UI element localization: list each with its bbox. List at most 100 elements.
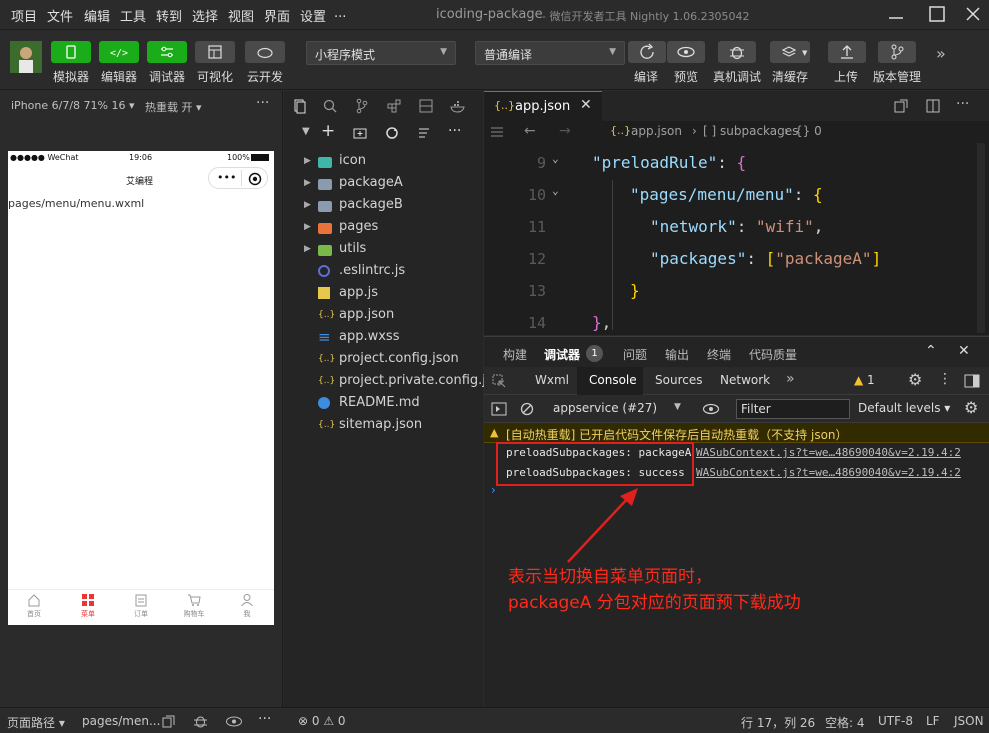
chevron-up-icon[interactable]: ⌃: [925, 343, 937, 359]
forward-arrow-icon[interactable]: →: [559, 123, 571, 139]
tree-folder-item[interactable]: ▶ icon: [284, 151, 483, 173]
breadcrumb-index[interactable]: {} 0: [795, 124, 822, 138]
menu-select[interactable]: 选择: [192, 6, 218, 25]
menu-file[interactable]: 文件: [47, 6, 73, 25]
source-control-icon[interactable]: [354, 98, 370, 114]
inspect-icon[interactable]: [492, 374, 506, 388]
menu-edit[interactable]: 编辑: [84, 6, 110, 25]
code-line[interactable]: 9 ⌄ "preloadRule": {: [484, 148, 989, 180]
bug-icon[interactable]: [193, 714, 208, 729]
more-actions-icon[interactable]: »: [936, 44, 946, 63]
more-icon[interactable]: ···: [448, 123, 461, 139]
preview-button[interactable]: [667, 41, 705, 63]
open-preview-icon[interactable]: [894, 99, 908, 113]
editor-toggle-button[interactable]: </>: [99, 41, 139, 63]
tree-folder-item[interactable]: ▶ packageB: [284, 195, 483, 217]
list-icon[interactable]: [490, 125, 504, 139]
close-tab-icon[interactable]: ✕: [580, 97, 592, 113]
dock-icon[interactable]: [964, 374, 980, 388]
console-settings-icon[interactable]: ⚙: [964, 398, 978, 417]
tab-code-quality[interactable]: 代码质量: [749, 346, 797, 363]
tree-file-item[interactable]: .eslintrc.js: [284, 261, 483, 283]
chevron-right-icon[interactable]: ▶: [304, 156, 311, 166]
more-icon[interactable]: ···: [956, 96, 969, 112]
more-tabs-icon[interactable]: »: [786, 371, 795, 387]
menu-view[interactable]: 视图: [228, 6, 254, 25]
docker-icon[interactable]: [450, 98, 466, 114]
menu-settings[interactable]: 设置: [300, 6, 326, 25]
code-line[interactable]: 10 ⌄ "pages/menu/menu": {: [484, 180, 989, 212]
tab-sources[interactable]: Sources: [655, 373, 702, 387]
tab-wxml[interactable]: Wxml: [535, 373, 569, 387]
log-source-link[interactable]: WASubContext.js?t=we…48690040&v=2.19.4:2: [696, 466, 961, 479]
end-of-line[interactable]: LF: [926, 714, 940, 728]
capsule-close-icon[interactable]: [248, 172, 262, 186]
tree-folder-item[interactable]: ▶ utils: [284, 239, 483, 261]
version-button[interactable]: [878, 41, 916, 63]
language-mode[interactable]: JSON: [954, 714, 984, 728]
menu-more[interactable]: ...: [334, 6, 346, 21]
tab-order[interactable]: 订单: [121, 593, 161, 619]
fold-chevron-icon[interactable]: ⌄: [552, 152, 559, 165]
clear-cache-button[interactable]: ▼: [770, 41, 810, 63]
tab-build[interactable]: 构建: [503, 346, 527, 363]
log-source-link[interactable]: WASubContext.js?t=we…48690040&v=2.19.4:2: [696, 446, 961, 459]
tree-file-item[interactable]: README.md: [284, 393, 483, 415]
avatar[interactable]: [10, 41, 42, 73]
tree-file-item[interactable]: app.js: [284, 283, 483, 305]
tree-file-item[interactable]: {..} app.json: [284, 305, 483, 327]
tree-file-item[interactable]: {..} project.private.config.js...: [284, 371, 505, 393]
upload-button[interactable]: [828, 41, 866, 63]
indent-spaces[interactable]: 空格: 4: [825, 714, 865, 731]
eye-icon[interactable]: [225, 715, 243, 728]
tab-me[interactable]: 我: [227, 593, 267, 619]
sidebar-toggle-icon[interactable]: [491, 402, 507, 416]
tree-folder-item[interactable]: ▶ packageA: [284, 173, 483, 195]
more-icon[interactable]: ···: [256, 95, 269, 111]
context-select[interactable]: appservice (#27) ▼: [547, 399, 687, 419]
more-icon[interactable]: ···: [258, 711, 271, 727]
menu-interface[interactable]: 界面: [264, 6, 290, 25]
device-select[interactable]: iPhone 6/7/8 71% 16 ▾: [11, 99, 135, 112]
collapse-chevron-icon[interactable]: ▼: [302, 126, 310, 137]
hot-reload-toggle[interactable]: 热重载 开 ▾: [145, 99, 202, 115]
close-window-button[interactable]: [963, 4, 983, 24]
page-path-value[interactable]: pages/men...: [82, 714, 160, 728]
cloud-dev-button[interactable]: [245, 41, 285, 63]
copy-icon[interactable]: [162, 715, 175, 728]
tree-file-item[interactable]: ≡ app.wxss: [284, 327, 483, 349]
code-line[interactable]: 12 "packages": ["packageA"]: [484, 244, 989, 276]
console-warning-row[interactable]: ▲ [自动热重载] 已开启代码文件保存后自动热重载（不支持 json）: [484, 423, 989, 443]
minimize-button[interactable]: [886, 4, 906, 24]
refresh-icon[interactable]: [384, 125, 400, 141]
tab-output[interactable]: 输出: [665, 346, 689, 363]
storage-icon[interactable]: [418, 98, 434, 114]
tab-cart[interactable]: 购物车: [174, 593, 214, 619]
simulator-toggle-button[interactable]: [51, 41, 91, 63]
tab-problems[interactable]: 问题: [623, 346, 647, 363]
capsule-button[interactable]: •••: [208, 167, 268, 189]
real-debug-button[interactable]: [718, 41, 756, 63]
cursor-position[interactable]: 行 17，列 26: [741, 714, 815, 731]
compile-button[interactable]: [628, 41, 666, 63]
fold-chevron-icon[interactable]: ⌄: [552, 184, 559, 197]
chevron-right-icon[interactable]: ▶: [304, 178, 311, 188]
log-levels-select[interactable]: Default levels ▾: [858, 401, 950, 415]
visual-toggle-button[interactable]: [195, 41, 235, 63]
more-vertical-icon[interactable]: ⋮: [938, 371, 952, 387]
debugger-toggle-button[interactable]: [147, 41, 187, 63]
file-encoding[interactable]: UTF-8: [878, 714, 913, 728]
clear-console-icon[interactable]: [520, 402, 534, 416]
new-folder-icon[interactable]: [352, 125, 368, 141]
tree-file-item[interactable]: {..} project.config.json: [284, 349, 483, 371]
tab-terminal[interactable]: 终端: [707, 346, 731, 363]
error-warning-count[interactable]: ⊗ 0 ⚠ 0: [298, 714, 346, 728]
collapse-all-icon[interactable]: [416, 125, 432, 141]
tab-debugger[interactable]: 调试器: [544, 346, 580, 363]
code-line[interactable]: 11 "network": "wifi",: [484, 212, 989, 244]
page-path-select[interactable]: 页面路径 ▾: [7, 714, 65, 731]
chevron-right-icon[interactable]: ▶: [304, 222, 311, 232]
close-panel-icon[interactable]: ✕: [958, 343, 970, 359]
mode-select[interactable]: 小程序模式 ▼: [306, 41, 456, 65]
tab-menu[interactable]: 菜单: [68, 593, 108, 619]
